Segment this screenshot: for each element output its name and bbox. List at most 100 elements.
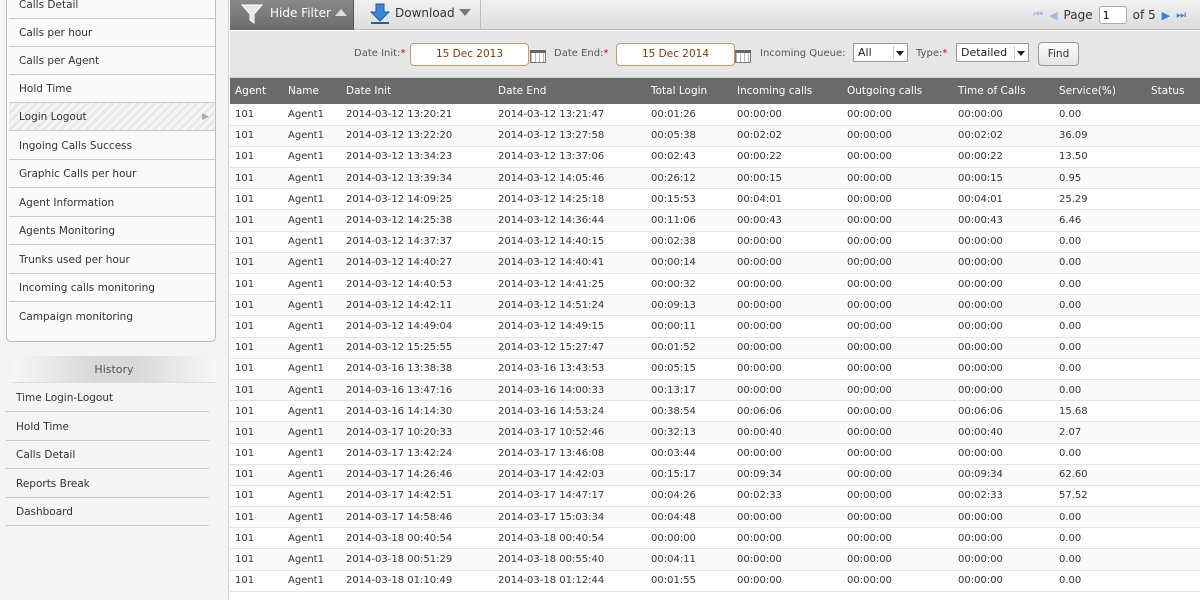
column-header-agent[interactable]: Agent	[230, 78, 283, 104]
cell-status	[1146, 337, 1200, 358]
menu-item-campaign-monitoring[interactable]: Campaign monitoring	[9, 303, 215, 331]
column-header-status[interactable]: Status	[1146, 78, 1200, 104]
date-end-label: Date End:*	[554, 48, 609, 59]
history-item-label: Dashboard	[16, 506, 73, 518]
menu-item-hold-time[interactable]: Hold Time	[9, 75, 215, 103]
cell-date-end: 2014-03-18 00:40:54	[498, 532, 605, 544]
type-select[interactable]: Detailed	[956, 43, 1029, 62]
cell-outgoing-calls: 00:00:00	[847, 448, 892, 460]
column-header-date-init[interactable]: Date Init	[341, 78, 493, 104]
table-row: 101 Agent1 2014-03-12 14:37:37 2014-03-12 1…	[230, 231, 1200, 253]
cell-date-init: 2014-03-18 01:10:49	[346, 575, 453, 587]
cell-date-init: 2014-03-18 00:40:54	[346, 532, 453, 544]
cell-status	[1146, 252, 1200, 273]
menu-item-trunks-used-per-hour[interactable]: Trunks used per hour	[9, 246, 215, 274]
cell-total-login: 00:00:32	[651, 278, 696, 290]
column-header-incoming-calls[interactable]: Incoming calls	[732, 78, 842, 104]
menu-item-calls-per-agent[interactable]: Calls per Agent	[9, 47, 215, 75]
history-item-hold-time[interactable]: Hold Time	[6, 413, 209, 441]
cell-name: Agent1	[288, 490, 324, 502]
cell-agent: 101	[235, 257, 255, 269]
cell-name: Agent1	[288, 215, 324, 227]
cell-total-login: 00:03:44	[651, 448, 696, 460]
menu-item-incoming-calls-monitoring[interactable]: Incoming calls monitoring	[9, 274, 215, 302]
cell-date-init: 2014-03-18 00:51:29	[346, 554, 453, 566]
next-page-icon[interactable]: ▶	[1162, 9, 1170, 22]
cell-total-login: 00:05:15	[651, 363, 696, 375]
pager: ⏮ ◀ Page of 5 ▶ ⏭	[1033, 0, 1186, 30]
cell-date-end: 2014-03-12 14:41:25	[498, 278, 605, 290]
cell-date-init: 2014-03-12 15:25:55	[346, 342, 453, 354]
table-row: 101 Agent1 2014-03-17 14:42:51 2014-03-17 1…	[230, 485, 1200, 507]
cell-time-of-calls: 00:00:00	[958, 108, 1003, 120]
menu-item-agent-information[interactable]: Agent Information	[9, 189, 215, 217]
cell-name: Agent1	[288, 320, 324, 332]
cell-status	[1146, 168, 1200, 189]
cell-incoming-calls: 00:00:00	[737, 575, 782, 587]
prev-page-icon[interactable]: ◀	[1049, 9, 1057, 22]
cell-outgoing-calls: 00:00:00	[847, 575, 892, 587]
cell-status	[1146, 485, 1200, 506]
column-header-outgoing-calls[interactable]: Outgoing calls	[842, 78, 953, 104]
cell-status	[1146, 231, 1200, 252]
cell-total-login: 00:01:26	[651, 108, 696, 120]
cell-service: 0.00	[1059, 108, 1082, 120]
history-item-label: Reports Break	[16, 478, 90, 490]
first-page-icon[interactable]: ⏮	[1033, 8, 1043, 22]
table-row: 101 Agent1 2014-03-12 14:25:38 2014-03-12 1…	[230, 209, 1200, 232]
cell-outgoing-calls: 00:00:00	[847, 193, 892, 205]
hide-filter-button[interactable]: Hide Filter	[230, 0, 354, 30]
history-item-reports-break[interactable]: Reports Break	[6, 470, 209, 498]
cell-service: 0.00	[1059, 236, 1082, 248]
cell-service: 0.00	[1059, 320, 1082, 332]
cell-date-init: 2014-03-12 14:40:27	[346, 257, 453, 269]
find-button[interactable]: Find	[1038, 42, 1079, 66]
history-item-dashboard[interactable]: Dashboard	[6, 498, 209, 526]
cell-outgoing-calls: 00:00:00	[847, 532, 892, 544]
toolbar: Hide Filter Download ⏮ ◀ Page of 5 ▶ ⏭	[230, 0, 1200, 30]
date-init-input[interactable]: 15 Dec 2013	[410, 43, 529, 66]
menu-item-label: Ingoing Calls Success	[19, 140, 133, 152]
column-header-total-login[interactable]: Total Login	[646, 78, 732, 104]
cell-outgoing-calls: 00:00:00	[847, 215, 892, 227]
cell-date-end: 2014-03-18 01:12:44	[498, 575, 605, 587]
history-item-time-login-logout[interactable]: Time Login-Logout	[6, 384, 209, 412]
menu-item-agents-monitoring[interactable]: Agents Monitoring	[9, 217, 215, 245]
menu-item-login-logout[interactable]: Login Logout ▶	[9, 103, 215, 131]
incoming-queue-value: All	[858, 46, 872, 59]
reports-menu: Calls Detail Calls per hour Calls per Ag…	[6, 0, 216, 342]
history-item-label: Time Login-Logout	[16, 392, 114, 404]
date-end-input[interactable]: 15 Dec 2014	[616, 43, 735, 66]
cell-date-end: 2014-03-12 14:40:41	[498, 257, 605, 269]
menu-item-calls-per-hour[interactable]: Calls per hour	[9, 19, 215, 47]
calendar-icon[interactable]	[530, 50, 546, 63]
cell-agent: 101	[235, 511, 255, 523]
cell-incoming-calls: 00:00:00	[737, 532, 782, 544]
cell-status	[1146, 358, 1200, 379]
calendar-icon[interactable]	[735, 50, 751, 63]
cell-name: Agent1	[288, 236, 324, 248]
menu-item-calls-detail[interactable]: Calls Detail	[9, 0, 215, 19]
cell-date-end: 2014-03-12 14:05:46	[498, 172, 605, 184]
history-item-calls-detail[interactable]: Calls Detail	[6, 441, 209, 469]
history-item-label: Calls Detail	[16, 449, 76, 461]
column-header-name[interactable]: Name	[283, 78, 341, 104]
last-page-icon[interactable]: ⏭	[1176, 8, 1186, 22]
cell-name: Agent1	[288, 384, 324, 396]
cell-agent: 101	[235, 384, 255, 396]
cell-total-login: 00:02:43	[651, 151, 696, 163]
cell-agent: 101	[235, 299, 255, 311]
column-header-service[interactable]: Service(%)	[1054, 78, 1146, 104]
menu-item-graphic-calls-per-hour[interactable]: Graphic Calls per hour	[9, 160, 215, 188]
cell-total-login: 00:00:14	[651, 257, 696, 269]
cell-date-end: 2014-03-16 14:00:33	[498, 384, 605, 396]
menu-item-ingoing-calls-success[interactable]: Ingoing Calls Success	[9, 132, 215, 160]
type-label: Type:*	[916, 48, 948, 59]
column-header-time-of-calls[interactable]: Time of Calls	[953, 78, 1054, 104]
cell-total-login: 00:00:11	[651, 320, 696, 332]
page-number-input[interactable]	[1098, 6, 1127, 24]
download-button[interactable]: Download	[355, 0, 481, 30]
incoming-queue-select[interactable]: All	[853, 43, 908, 62]
menu-item-label: Incoming calls monitoring	[19, 282, 155, 294]
column-header-date-end[interactable]: Date End	[493, 78, 646, 104]
